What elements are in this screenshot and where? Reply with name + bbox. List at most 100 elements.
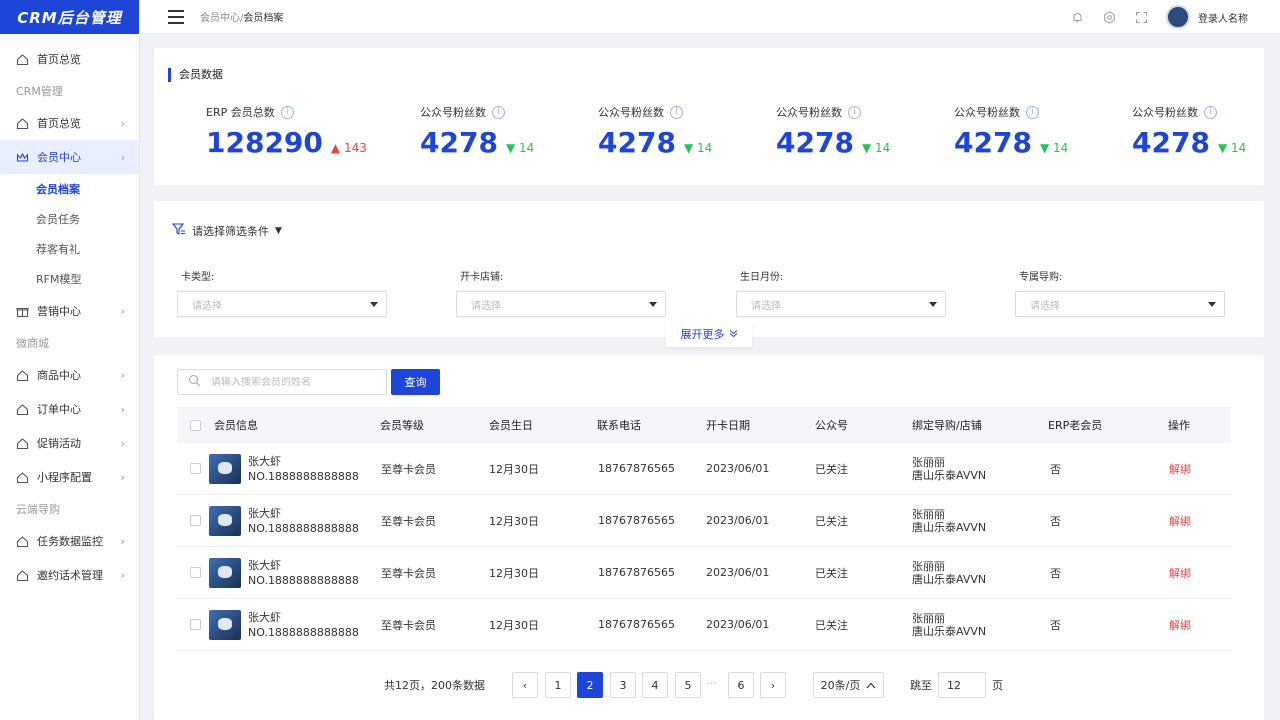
home-icon (16, 437, 29, 450)
info-icon[interactable]: i (1026, 105, 1039, 119)
chevron-right-icon: › (120, 305, 125, 318)
chevron-right-icon: › (120, 471, 125, 484)
sidebar-item-promotions[interactable]: 促销活动 › (0, 426, 139, 460)
avatar[interactable] (1166, 5, 1190, 29)
select-all-checkbox[interactable] (190, 419, 201, 431)
unbind-link[interactable]: 解绑 (1169, 599, 1191, 650)
card-type-select[interactable]: 请选择 (177, 291, 387, 317)
sidebar-sub-member-task[interactable]: 会员任务 (0, 204, 139, 234)
sidebar-group-crm: CRM管理 (16, 85, 63, 98)
arrow-down-icon: ▼ (1039, 141, 1050, 155)
sidebar-item-marketing[interactable]: 营销中心 › (0, 294, 139, 328)
sidebar-item-home[interactable]: 首页总览 (0, 42, 139, 76)
jump-unit: 页 (992, 679, 1003, 692)
sidebar-group-cloud: 云端导购 (16, 503, 60, 516)
row-checkbox[interactable] (190, 463, 201, 474)
unbind-link[interactable]: 解绑 (1169, 495, 1191, 546)
info-icon[interactable]: i (492, 105, 505, 119)
member-avatar (209, 609, 241, 640)
info-icon[interactable]: i (1204, 105, 1217, 119)
sidebar-item-task-monitor[interactable]: 任务数据监控 › (0, 524, 139, 558)
sidebar-item-member-center[interactable]: 会员中心 › (0, 140, 139, 174)
sidebar-item-invite-scripts[interactable]: 邀约话术管理 › (0, 558, 139, 592)
col-level: 会员等级 (380, 419, 424, 432)
delta-down: ▼ 14 (1039, 141, 1069, 155)
sidebar-sub-rfm[interactable]: RFM模型 (0, 264, 139, 294)
topbar: 会员中心/会员档案 登录人名称 (140, 0, 1280, 34)
unbind-link[interactable]: 解绑 (1169, 443, 1191, 494)
pagination-total: 共12页，200条数据 (384, 679, 485, 692)
home-icon (16, 117, 29, 130)
unbind-link[interactable]: 解绑 (1169, 547, 1191, 598)
pagination-ellipsis[interactable]: ··· (706, 677, 717, 690)
sidebar-item-products[interactable]: 商品中心 › (0, 358, 139, 392)
page-button[interactable]: 1 (545, 672, 571, 698)
jump-page-input[interactable]: 12 (938, 672, 986, 698)
row-checkbox[interactable] (190, 515, 201, 526)
filter-store: 开卡店铺: 请选择 (456, 268, 666, 317)
section-title: 会员数据 (168, 68, 223, 82)
chevron-up-icon (866, 679, 876, 692)
search-input[interactable] (211, 376, 371, 388)
app-logo[interactable]: CRM后台管理 (0, 0, 139, 34)
next-page-button[interactable]: › (760, 672, 786, 698)
chevron-right-icon: › (120, 369, 125, 382)
menu-fold-icon[interactable] (168, 9, 184, 24)
page-button-current[interactable]: 2 (577, 672, 603, 698)
sidebar-sub-referral[interactable]: 荐客有礼 (0, 234, 139, 264)
arrow-up-icon: ▲ (330, 141, 341, 155)
stat-fans: 公众号粉丝数 i 4278 ▼ 14 (776, 105, 891, 159)
page-size-select[interactable]: 20条/页 (813, 672, 884, 698)
breadcrumb-parent[interactable]: 会员中心/ (200, 13, 243, 24)
page-button[interactable]: 5 (675, 672, 701, 698)
delta-up: ▲ 143 (330, 141, 367, 155)
sidebar-item-orders[interactable]: 订单中心 › (0, 392, 139, 426)
caret-down-icon (929, 302, 937, 307)
filter-toggle[interactable]: 请选择筛选条件 ▼ (171, 222, 282, 239)
sidebar-item-miniprogram[interactable]: 小程序配置 › (0, 460, 139, 494)
prev-page-button[interactable]: ‹ (512, 672, 538, 698)
caret-down-icon (370, 302, 378, 307)
sidebar-sub-member-archive[interactable]: 会员档案 (0, 174, 139, 204)
settings-icon[interactable] (1102, 10, 1116, 24)
stat-fans: 公众号粉丝数 i 4278 ▼ 14 (954, 105, 1069, 159)
table-row: 张大虾 NO.1888888888888 至尊卡会员 12月30日 1876787… (177, 443, 1231, 495)
info-icon[interactable]: i (280, 105, 294, 119)
filter-birth-month: 生日月份: 请选择 (736, 268, 946, 317)
home-icon (16, 471, 29, 484)
store-select[interactable]: 请选择 (456, 291, 666, 317)
chevron-right-icon: › (120, 151, 125, 164)
caret-down-icon (649, 302, 657, 307)
stat-fans: 公众号粉丝数 i 4278 ▼ 14 (1132, 105, 1247, 159)
page-button[interactable]: 6 (728, 672, 754, 698)
member-avatar (209, 557, 241, 588)
row-checkbox[interactable] (190, 619, 201, 630)
guide-select[interactable]: 请选择 (1015, 291, 1225, 317)
birth-month-select[interactable]: 请选择 (736, 291, 946, 317)
table-header: 会员信息 会员等级 会员生日 联系电话 开卡日期 公众号 绑定导购/店铺 ERP… (177, 407, 1231, 443)
stat-fans: 公众号粉丝数 i 4278 ▼ 14 (420, 105, 535, 159)
bell-icon[interactable] (1070, 10, 1084, 24)
chevron-left-icon: ‹ (522, 678, 528, 692)
row-checkbox[interactable] (190, 567, 201, 578)
col-action: 操作 (1168, 419, 1190, 432)
chevron-right-icon: › (120, 569, 125, 582)
info-icon[interactable]: i (670, 105, 683, 119)
chevron-right-icon: › (120, 117, 125, 130)
col-guide-store: 绑定导购/店铺 (912, 419, 982, 432)
delta-down: ▼ 14 (683, 141, 713, 155)
username[interactable]: 登录人名称 (1198, 10, 1248, 25)
delta-down: ▼ 14 (861, 141, 891, 155)
fullscreen-icon[interactable] (1134, 10, 1148, 24)
page-button[interactable]: 3 (610, 672, 636, 698)
caret-down-icon (1208, 302, 1216, 307)
home-icon (16, 569, 29, 582)
sidebar-item-crm-home[interactable]: 首页总览 › (0, 106, 139, 140)
filter-card-type: 卡类型: 请选择 (177, 268, 387, 317)
info-icon[interactable]: i (848, 105, 861, 119)
expand-more-button[interactable]: 展开更多 (666, 321, 752, 347)
filter-guide: 专属导购: 请选择 (1015, 268, 1225, 317)
query-button[interactable]: 查询 (391, 369, 440, 395)
sidebar-group-mall: 微商城 (16, 337, 49, 350)
page-button[interactable]: 4 (642, 672, 668, 698)
